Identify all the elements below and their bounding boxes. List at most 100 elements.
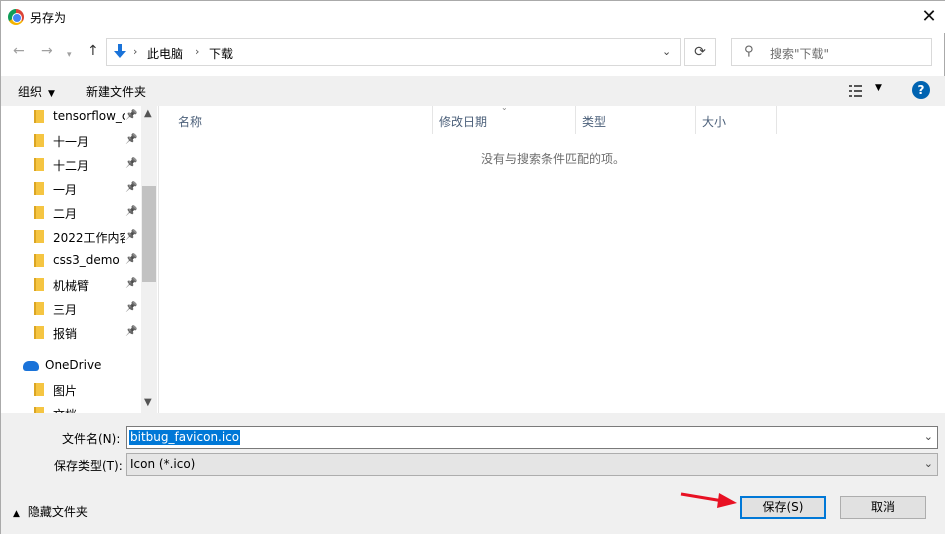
- folder-icon: [34, 134, 44, 147]
- folder-icon: [34, 278, 44, 291]
- downloads-icon: [114, 44, 126, 58]
- view-caret-icon[interactable]: ▼: [875, 83, 882, 93]
- recent-locations-icon[interactable]: ▾: [67, 47, 72, 63]
- nav-item[interactable]: tensorflow_c 📌: [1, 106, 141, 129]
- column-divider[interactable]: [432, 106, 433, 134]
- column-header-size[interactable]: 大小: [702, 113, 726, 130]
- pin-icon: 📌: [125, 182, 138, 193]
- organize-button[interactable]: 组织 ▼: [18, 83, 55, 100]
- folder-icon: [34, 383, 44, 396]
- chevron-down-icon[interactable]: ⌄: [924, 430, 933, 443]
- refresh-button[interactable]: ⟳: [684, 38, 716, 66]
- nav-item[interactable]: 二月 📌: [1, 201, 141, 225]
- navigation-pane: tensorflow_c 📌 十一月 📌 十二月 📌 一月 📌 二月 📌 2022工作内容 📌 css3…: [1, 106, 157, 413]
- filename-value[interactable]: bitbug_favicon.ico: [129, 430, 241, 445]
- scrollbar-thumb[interactable]: [142, 186, 156, 282]
- nav-item-label: 十二月: [53, 159, 90, 173]
- nav-item-label: 二月: [53, 207, 78, 221]
- nav-item-label: OneDrive: [45, 358, 102, 372]
- folder-icon: [34, 182, 44, 195]
- view-options-icon[interactable]: [849, 84, 867, 98]
- folder-icon: [34, 158, 44, 171]
- nav-item-label: tensorflow_c: [53, 109, 125, 123]
- nav-item-label: 机械臂: [53, 279, 90, 293]
- search-icon: ⚲: [744, 44, 754, 59]
- filetype-select[interactable]: Icon (*.ico) ⌄: [126, 453, 938, 476]
- nav-item[interactable]: 三月 📌: [1, 297, 141, 321]
- column-header-name[interactable]: 名称: [178, 113, 202, 130]
- help-icon[interactable]: ?: [912, 81, 930, 99]
- pin-icon: 📌: [125, 110, 138, 121]
- nav-item[interactable]: 文档: [1, 402, 141, 413]
- folder-icon: [34, 230, 44, 243]
- filename-label: 文件名(N):: [62, 432, 121, 446]
- folder-icon: [34, 326, 44, 339]
- pin-icon: 📌: [125, 326, 138, 337]
- nav-item[interactable]: css3_demo 📌: [1, 249, 141, 273]
- pin-icon: 📌: [125, 254, 138, 265]
- nav-item-label: 十一月: [53, 135, 90, 149]
- pin-icon: 📌: [125, 206, 138, 217]
- column-divider[interactable]: [695, 106, 696, 134]
- empty-list-message: 没有与搜索条件匹配的项。: [481, 152, 626, 166]
- column-divider[interactable]: [575, 106, 576, 134]
- up-icon[interactable]: ↑: [87, 43, 99, 59]
- filetype-label: 保存类型(T):: [54, 459, 123, 473]
- folder-icon: [34, 302, 44, 315]
- pin-icon: 📌: [125, 134, 138, 145]
- folder-icon: [34, 206, 44, 219]
- chevron-down-icon[interactable]: ⌄: [924, 457, 933, 470]
- pin-icon: 📌: [125, 230, 138, 241]
- chevron-down-icon[interactable]: ⌄: [662, 45, 671, 58]
- new-folder-button[interactable]: 新建文件夹: [86, 83, 146, 100]
- nav-item-label: 一月: [53, 183, 78, 197]
- breadcrumb-separator: ›: [195, 45, 200, 58]
- nav-item[interactable]: 一月 📌: [1, 177, 141, 201]
- column-header-type[interactable]: 类型: [582, 113, 606, 130]
- toolbar: 组织 ▼ 新建文件夹 ▼: [1, 76, 945, 106]
- hide-folders-label: 隐藏文件夹: [27, 505, 88, 519]
- nav-item[interactable]: 机械臂 📌: [1, 273, 141, 297]
- scroll-up-icon[interactable]: ▲: [144, 108, 152, 119]
- nav-item[interactable]: 十一月 📌: [1, 129, 141, 153]
- nav-item[interactable]: 报销 📌: [1, 321, 141, 345]
- close-button[interactable]: ✕: [915, 3, 943, 31]
- search-placeholder: 搜索"下载": [770, 47, 830, 61]
- nav-scrollbar[interactable]: ▲ ▼: [141, 106, 157, 413]
- caret-down-icon: ▼: [48, 89, 55, 99]
- breadcrumb-this-pc[interactable]: 此电脑: [147, 45, 183, 62]
- nav-item-label: 报销: [53, 327, 78, 341]
- nav-item-label: 2022工作内容: [53, 231, 125, 245]
- nav-item-onedrive[interactable]: OneDrive: [1, 354, 141, 378]
- folder-icon: [34, 110, 44, 123]
- nav-item[interactable]: 图片: [1, 378, 141, 402]
- chrome-icon: [8, 9, 24, 25]
- cancel-button[interactable]: 取消: [840, 496, 926, 519]
- scroll-down-icon[interactable]: ▼: [144, 397, 152, 408]
- save-as-dialog: 另存为 ✕ ← → ▾ ↑ › 此电脑 › 下载 ⌄ ⟳ ⚲ 搜索"下载" 组织…: [0, 0, 945, 534]
- nav-item[interactable]: 十二月 📌: [1, 153, 141, 177]
- save-button[interactable]: 保存(S): [740, 496, 826, 519]
- hide-folders-toggle[interactable]: ▲ 隐藏文件夹: [13, 503, 88, 520]
- nav-item[interactable]: 2022工作内容 📌: [1, 225, 141, 249]
- organize-label: 组织: [18, 85, 43, 99]
- column-divider[interactable]: [776, 106, 777, 134]
- back-icon[interactable]: ←: [13, 43, 25, 59]
- pin-icon: 📌: [125, 278, 138, 289]
- nav-item-label: 文档: [53, 406, 125, 413]
- nav-item-label: 三月: [53, 303, 78, 317]
- pin-icon: 📌: [125, 302, 138, 313]
- forward-icon[interactable]: →: [41, 43, 53, 59]
- breadcrumb-downloads[interactable]: 下载: [209, 45, 233, 62]
- pin-icon: 📌: [125, 158, 138, 169]
- nav-item-label: 图片: [53, 384, 78, 398]
- filename-field[interactable]: bitbug_favicon.ico ⌄: [126, 426, 938, 449]
- filetype-value: Icon (*.ico): [130, 457, 196, 471]
- search-input[interactable]: ⚲ 搜索"下载": [731, 38, 932, 66]
- window-title: 另存为: [30, 11, 67, 25]
- column-header-date-modified[interactable]: 修改日期: [439, 113, 487, 130]
- onedrive-icon: [23, 361, 39, 371]
- address-bar[interactable]: › 此电脑 › 下载 ⌄: [106, 38, 681, 66]
- folder-icon: [34, 254, 44, 267]
- title-bar: 另存为 ✕: [1, 1, 945, 33]
